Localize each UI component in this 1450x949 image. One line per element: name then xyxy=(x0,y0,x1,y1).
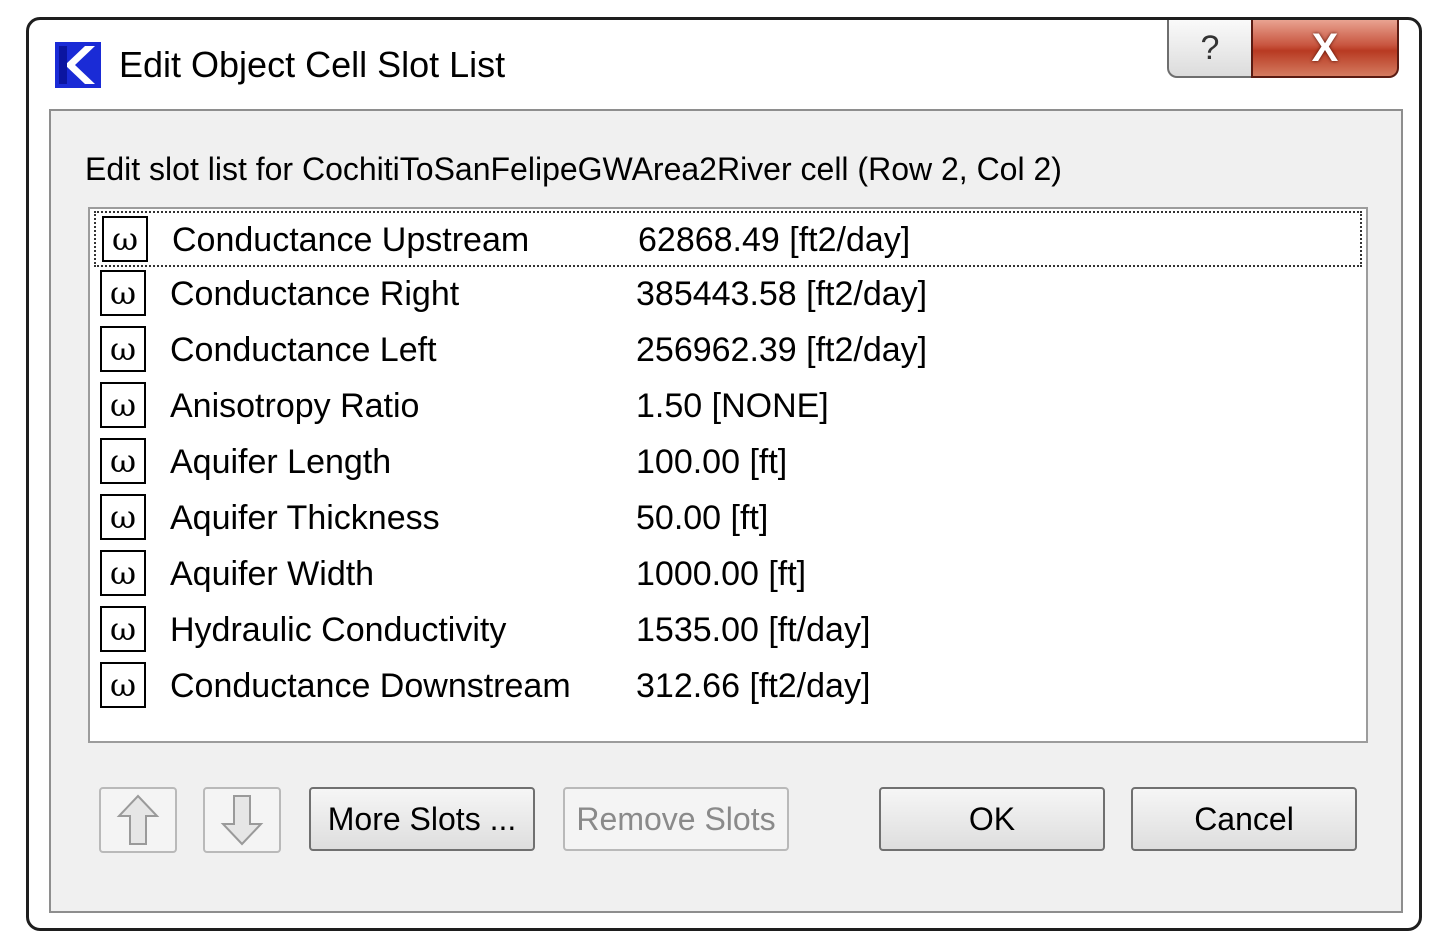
slot-name: Hydraulic Conductivity xyxy=(170,611,507,649)
slot-omega-icon: ω xyxy=(102,216,148,262)
slot-omega-icon: ω xyxy=(100,662,146,708)
ok-button[interactable]: OK xyxy=(879,787,1105,851)
slot-row[interactable]: ω Anisotropy Ratio 1.50 [NONE] xyxy=(94,379,1362,435)
help-button[interactable]: ? xyxy=(1167,20,1251,78)
title-bar[interactable]: Edit Object Cell Slot List ? X xyxy=(29,20,1419,106)
slot-value: 1.50 [NONE] xyxy=(636,387,829,425)
remove-slots-button[interactable]: Remove Slots xyxy=(563,787,789,851)
slot-row[interactable]: ω Aquifer Thickness 50.00 [ft] xyxy=(94,491,1362,547)
slot-row[interactable]: ω Hydraulic Conductivity 1535.00 [ft/day… xyxy=(94,603,1362,659)
slot-row[interactable]: ω Aquifer Length 100.00 [ft] xyxy=(94,435,1362,491)
move-down-button[interactable] xyxy=(203,787,281,853)
more-slots-button[interactable]: More Slots ... xyxy=(309,787,535,851)
dialog-body: Edit slot list for CochitiToSanFelipeGWA… xyxy=(49,109,1403,913)
slot-name: Conductance Upstream xyxy=(172,221,530,259)
slot-row[interactable]: ω Conductance Downstream 312.66 [ft2/day… xyxy=(94,659,1362,715)
prompt-label: Edit slot list for CochitiToSanFelipeGWA… xyxy=(85,151,1062,187)
slot-value: 1000.00 [ft] xyxy=(636,555,807,593)
slot-name: Aquifer Width xyxy=(170,555,375,593)
slot-omega-icon: ω xyxy=(100,382,146,428)
slot-row[interactable]: ω Aquifer Width 1000.00 [ft] xyxy=(94,547,1362,603)
slot-name: Conductance Left xyxy=(170,331,437,369)
slot-omega-icon: ω xyxy=(100,438,146,484)
slot-name: Aquifer Thickness xyxy=(170,499,440,537)
slot-name: Conductance Downstream xyxy=(170,667,571,705)
window-title: Edit Object Cell Slot List xyxy=(119,44,506,85)
slot-row[interactable]: ω Conductance Upstream 62868.49 [ft2/day… xyxy=(94,211,1362,267)
slot-name: Conductance Right xyxy=(170,275,460,313)
slot-list[interactable]: ω Conductance Upstream 62868.49 [ft2/day… xyxy=(88,207,1368,743)
slot-value: 50.00 [ft] xyxy=(636,499,769,537)
slot-row[interactable]: ω Conductance Right 385443.58 [ft2/day] xyxy=(94,267,1362,323)
slot-omega-icon: ω xyxy=(100,606,146,652)
close-button[interactable]: X xyxy=(1251,20,1399,78)
slot-omega-icon: ω xyxy=(100,326,146,372)
cancel-button[interactable]: Cancel xyxy=(1131,787,1357,851)
slot-omega-icon: ω xyxy=(100,550,146,596)
slot-value: 1535.00 [ft/day] xyxy=(636,611,871,649)
arrow-up-icon xyxy=(116,794,160,845)
slot-value: 312.66 [ft2/day] xyxy=(636,667,871,705)
move-up-button[interactable] xyxy=(99,787,177,853)
riverware-r-icon xyxy=(55,42,101,88)
arrow-down-icon xyxy=(220,795,264,846)
slot-name: Aquifer Length xyxy=(170,443,392,481)
slot-name: Anisotropy Ratio xyxy=(170,387,420,425)
dialog-window: Edit Object Cell Slot List ? X Edit slot… xyxy=(26,17,1422,931)
slot-value: 385443.58 [ft2/day] xyxy=(636,275,928,313)
slot-row[interactable]: ω Conductance Left 256962.39 [ft2/day] xyxy=(94,323,1362,379)
close-icon: X xyxy=(1311,25,1339,70)
slot-omega-icon: ω xyxy=(100,270,146,316)
slot-value: 256962.39 [ft2/day] xyxy=(636,331,928,369)
title-buttons: ? X xyxy=(1167,20,1399,80)
slot-value: 100.00 [ft] xyxy=(636,443,788,481)
help-icon: ? xyxy=(1200,28,1220,67)
slot-value: 62868.49 [ft2/day] xyxy=(638,221,911,259)
slot-omega-icon: ω xyxy=(100,494,146,540)
